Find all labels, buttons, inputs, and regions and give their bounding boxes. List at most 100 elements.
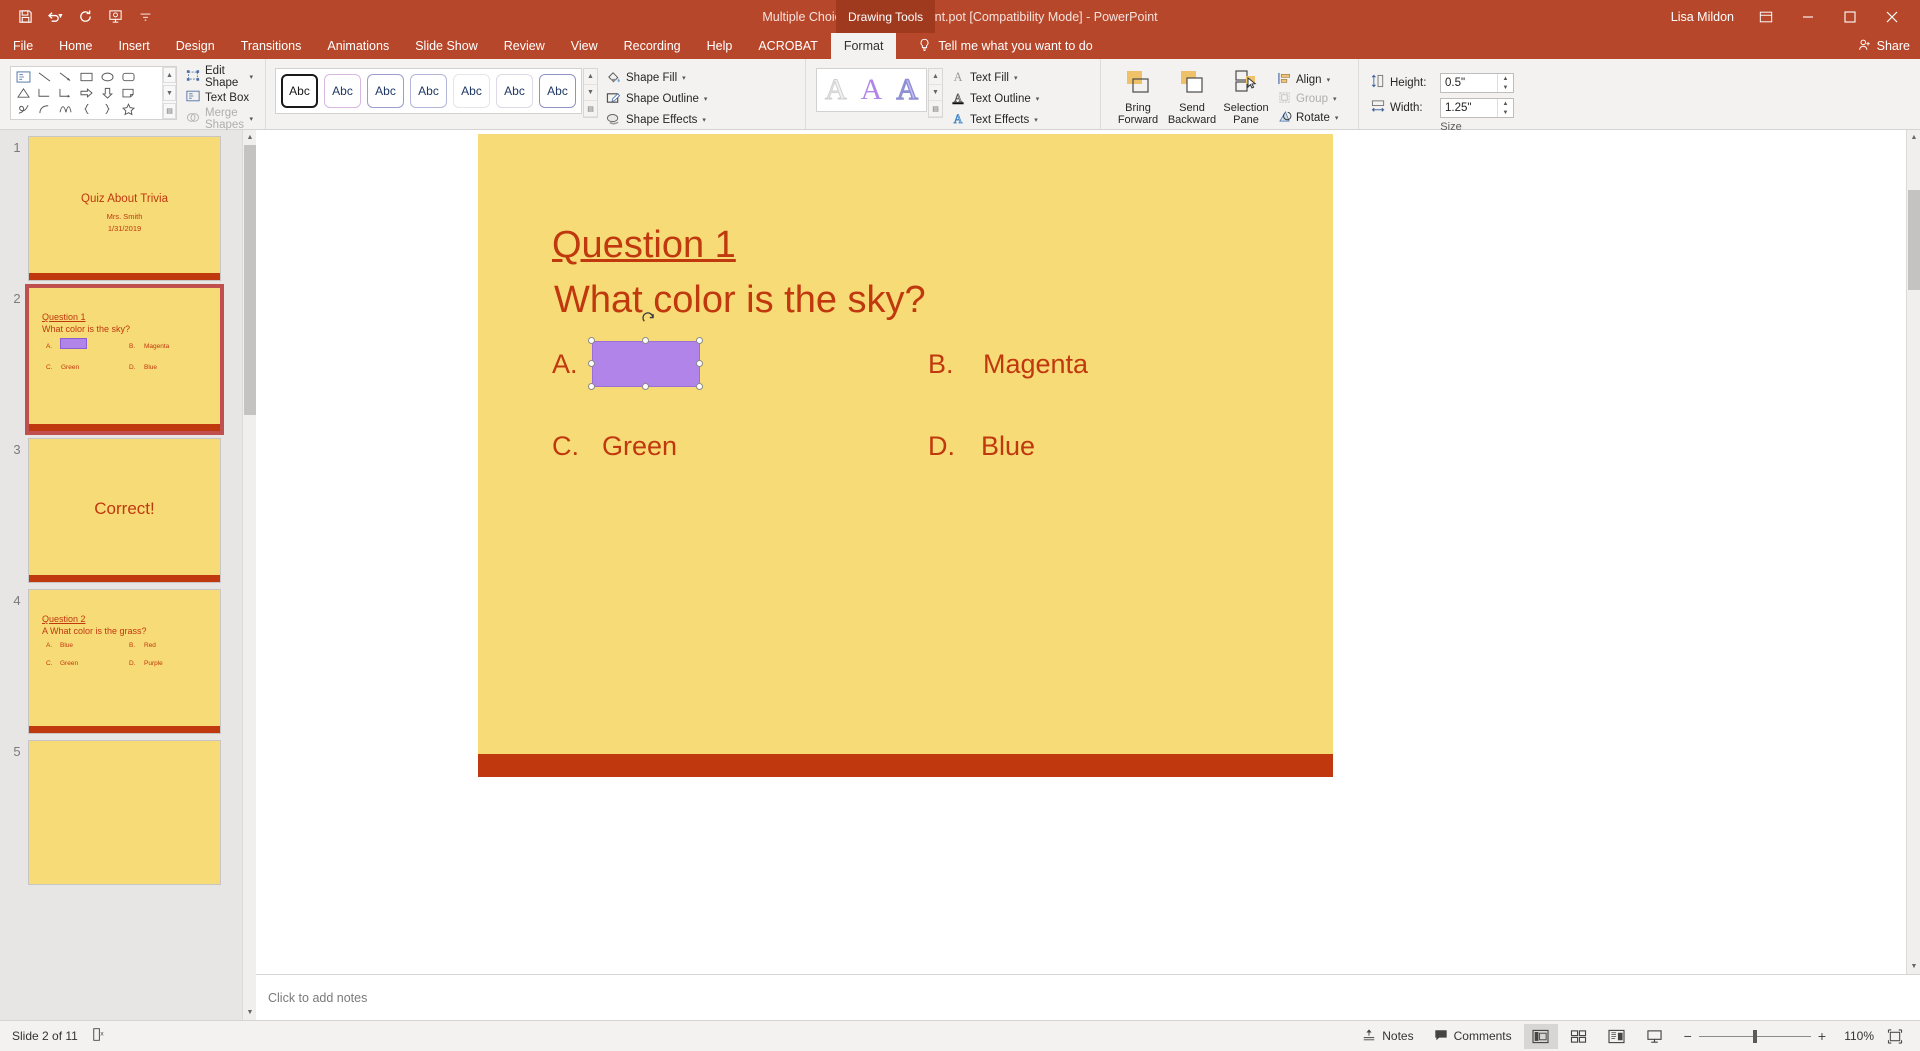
- shape-style-scroll-down-icon[interactable]: ▼: [584, 85, 597, 101]
- text-effects-button[interactable]: A Text Effects ▾: [948, 110, 1042, 130]
- rectangle-shape[interactable]: [76, 69, 97, 85]
- wordart-preset-2[interactable]: A: [861, 75, 883, 105]
- tab-insert[interactable]: Insert: [106, 33, 163, 59]
- folded-corner-shape[interactable]: [118, 85, 139, 101]
- undo-icon[interactable]: ▼: [40, 4, 70, 30]
- wordart-scroll-down-icon[interactable]: ▼: [929, 85, 943, 101]
- resize-handle-nw[interactable]: [588, 337, 595, 344]
- tab-format[interactable]: Format: [830, 33, 897, 59]
- rotate-button[interactable]: Rotate ▾: [1274, 108, 1342, 127]
- wordart-style-scroll[interactable]: ▲ ▼ ▤: [928, 68, 944, 118]
- undo-dropdown-caret[interactable]: ▼: [57, 13, 64, 20]
- height-stepper[interactable]: ▲ ▼: [1440, 73, 1514, 93]
- slide-show-view-button[interactable]: [1638, 1024, 1672, 1049]
- triangle-shape[interactable]: [13, 85, 34, 101]
- zoom-track[interactable]: [1698, 1029, 1811, 1043]
- width-spin-down-icon[interactable]: ▼: [1498, 108, 1513, 117]
- share-button[interactable]: Share: [1858, 33, 1910, 59]
- elbow-connector-shape[interactable]: [34, 85, 55, 101]
- text-box-button[interactable]: Text Box: [183, 88, 256, 107]
- zoom-level[interactable]: 110%: [1838, 1029, 1874, 1043]
- zoom-out-button[interactable]: −: [1684, 1028, 1692, 1044]
- normal-view-button[interactable]: [1523, 1023, 1558, 1049]
- rotate-caret-icon[interactable]: ▾: [1335, 114, 1339, 122]
- comments-button[interactable]: Comments: [1426, 1024, 1520, 1049]
- tab-animations[interactable]: Animations: [314, 33, 402, 59]
- tell-me-box[interactable]: Tell me what you want to do: [896, 33, 1093, 59]
- fit-slide-to-window-icon[interactable]: [1878, 1024, 1912, 1049]
- editor-scroll-down-icon[interactable]: ▼: [1907, 959, 1920, 974]
- save-icon[interactable]: [10, 4, 40, 30]
- arc-shape[interactable]: [34, 101, 55, 117]
- slide-thumbnail-1[interactable]: Quiz About Trivia Mrs. Smith 1/31/2019: [28, 136, 221, 281]
- curve-shape[interactable]: [55, 101, 76, 117]
- restore-icon[interactable]: [1830, 0, 1870, 33]
- height-spin-down-icon[interactable]: ▼: [1498, 83, 1513, 92]
- height-input[interactable]: [1441, 77, 1497, 89]
- shape-style-preset-2[interactable]: Abc: [324, 74, 361, 108]
- right-brace-shape[interactable]: [97, 101, 118, 117]
- resize-handle-ne[interactable]: [696, 337, 703, 344]
- slide-thumbnail-2[interactable]: Question 1 What color is the sky? A. B. …: [25, 284, 224, 435]
- slide-canvas[interactable]: Question 1 What color is the sky? A. B. …: [478, 134, 1333, 777]
- notes-placeholder[interactable]: Click to add notes: [268, 991, 367, 1005]
- tab-acrobat[interactable]: ACROBAT: [745, 33, 831, 59]
- bring-forward-button[interactable]: Bring Forward: [1112, 66, 1164, 126]
- resize-handle-sw[interactable]: [588, 383, 595, 390]
- slide-thumbnail-5[interactable]: [28, 740, 221, 885]
- slide-option-c-letter[interactable]: C.: [552, 431, 579, 462]
- zoom-slider[interactable]: − +: [1676, 1028, 1834, 1044]
- shapes-more-icon[interactable]: ▤: [163, 103, 176, 119]
- align-button[interactable]: Align ▾: [1274, 70, 1342, 89]
- shape-style-preset-4[interactable]: Abc: [410, 74, 447, 108]
- customize-qat-icon[interactable]: [130, 4, 160, 30]
- notes-pane[interactable]: Click to add notes: [256, 974, 1920, 1020]
- selected-purple-rectangle-shape[interactable]: [592, 341, 700, 387]
- resize-handle-n[interactable]: [642, 337, 649, 344]
- shapes-scroll-down-icon[interactable]: ▼: [163, 85, 176, 101]
- align-caret-icon[interactable]: ▾: [1327, 76, 1331, 84]
- send-backward-button[interactable]: Send Backward: [1166, 66, 1218, 126]
- tab-help[interactable]: Help: [694, 33, 746, 59]
- shape-style-more-icon[interactable]: ▤: [584, 101, 597, 117]
- thumbnail-scroll-down-icon[interactable]: ▼: [243, 1005, 256, 1020]
- shape-style-preset-5[interactable]: Abc: [453, 74, 490, 108]
- editor-scroll-thumb[interactable]: [1908, 190, 1920, 290]
- wordart-more-icon[interactable]: ▤: [929, 101, 943, 117]
- shape-style-preset-6[interactable]: Abc: [496, 74, 533, 108]
- resize-handle-se[interactable]: [696, 383, 703, 390]
- edit-shape-button[interactable]: Edit Shape ▾: [183, 65, 256, 89]
- start-from-beginning-icon[interactable]: [100, 4, 130, 30]
- shape-style-preset-3[interactable]: Abc: [367, 74, 404, 108]
- tab-recording[interactable]: Recording: [611, 33, 694, 59]
- wordart-style-gallery[interactable]: A A A: [816, 68, 928, 112]
- shape-style-preset-1[interactable]: Abc: [281, 74, 318, 108]
- minimize-icon[interactable]: [1788, 0, 1828, 33]
- slide-option-b-text[interactable]: Magenta: [983, 349, 1088, 380]
- shape-effects-button[interactable]: Shape Effects ▾: [603, 110, 710, 130]
- oval-shape[interactable]: [97, 69, 118, 85]
- slide-thumbnail-3[interactable]: Correct!: [28, 438, 221, 583]
- wordart-preset-3[interactable]: A: [896, 74, 919, 105]
- slide-option-c-text[interactable]: Green: [602, 431, 677, 462]
- text-outline-caret-icon[interactable]: ▾: [1036, 95, 1040, 103]
- right-arrow-shape[interactable]: [76, 85, 97, 101]
- shape-style-gallery[interactable]: Abc Abc Abc Abc Abc Abc Abc: [275, 68, 582, 114]
- shape-effects-caret-icon[interactable]: ▾: [702, 116, 706, 124]
- line-arrow-shape[interactable]: [55, 69, 76, 85]
- close-icon[interactable]: [1872, 0, 1912, 33]
- shape-style-scroll-up-icon[interactable]: ▲: [584, 69, 597, 85]
- shapes-gallery-scroll[interactable]: ▲ ▼ ▤: [162, 67, 176, 119]
- rounded-rectangle-shape[interactable]: [118, 69, 139, 85]
- shapes-scroll-up-icon[interactable]: ▲: [163, 67, 176, 83]
- shape-fill-caret-icon[interactable]: ▾: [682, 74, 686, 82]
- tab-review[interactable]: Review: [491, 33, 558, 59]
- rotate-handle[interactable]: [641, 312, 656, 327]
- wordart-preset-1[interactable]: A: [825, 74, 848, 105]
- resize-handle-e[interactable]: [696, 360, 703, 367]
- reading-view-button[interactable]: [1600, 1024, 1634, 1049]
- resize-handle-s[interactable]: [642, 383, 649, 390]
- thumbnail-scroll-up-icon[interactable]: ▲: [243, 130, 256, 145]
- shape-style-scroll[interactable]: ▲ ▼ ▤: [583, 68, 598, 118]
- down-arrow-shape[interactable]: [97, 85, 118, 101]
